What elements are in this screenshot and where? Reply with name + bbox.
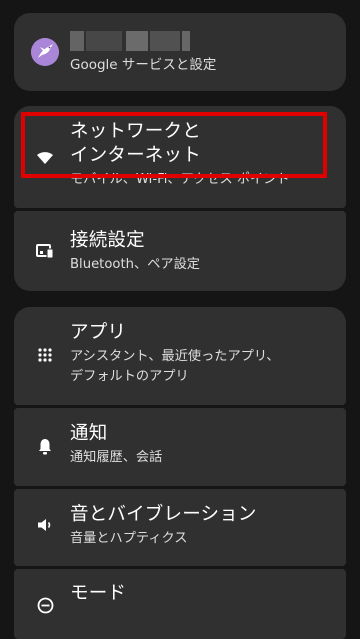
wifi-icon	[35, 148, 55, 168]
sound-title: 音とバイブレーション	[70, 504, 257, 525]
notifications-subtitle: 通知履歴、会話	[70, 450, 163, 465]
do-not-disturb-icon	[35, 595, 55, 615]
modes-item[interactable]: モード	[14, 569, 346, 639]
redacted-account-name	[182, 31, 190, 51]
redacted-account-name	[150, 31, 180, 51]
redacted-account-name	[86, 31, 122, 51]
notifications-item[interactable]: 通知 通知履歴、会話	[14, 408, 346, 486]
modes-title: モード	[70, 583, 127, 604]
hummingbird-avatar-icon	[31, 38, 59, 66]
redacted-account-name	[126, 31, 148, 51]
account-subtitle: Google サービスと設定	[70, 57, 217, 73]
connected-devices-item[interactable]: 接続設定 Bluetooth、ペア設定	[14, 211, 346, 291]
connections-subtitle: Bluetooth、ペア設定	[70, 257, 200, 272]
apps-title: アプリ	[70, 322, 127, 343]
sound-vibration-item[interactable]: 音とバイブレーション 音量とハプティクス	[14, 489, 346, 566]
google-account-card[interactable]: Google サービスと設定	[14, 13, 346, 91]
apps-grid-icon	[35, 345, 55, 365]
apps-item[interactable]: アプリ アシスタント、最近使ったアプリ、 デフォルトのアプリ	[14, 307, 346, 405]
network-internet-item[interactable]: ネットワークと インターネット モバイル、Wi-Fi、アクセス ポイント	[14, 106, 346, 208]
network-subtitle: モバイル、Wi-Fi、アクセス ポイント	[70, 172, 290, 187]
apps-subtitle: アシスタント、最近使ったアプリ、 デフォルトのアプリ	[70, 349, 280, 384]
speaker-icon	[35, 515, 55, 535]
connections-title: 接続設定	[70, 230, 145, 251]
notifications-title: 通知	[70, 423, 108, 444]
network-title: ネットワークと インターネット	[70, 121, 201, 166]
sound-subtitle: 音量とハプティクス	[70, 531, 188, 546]
bell-icon	[35, 436, 55, 456]
connected-devices-icon	[35, 241, 55, 261]
redacted-account-name	[70, 31, 84, 51]
